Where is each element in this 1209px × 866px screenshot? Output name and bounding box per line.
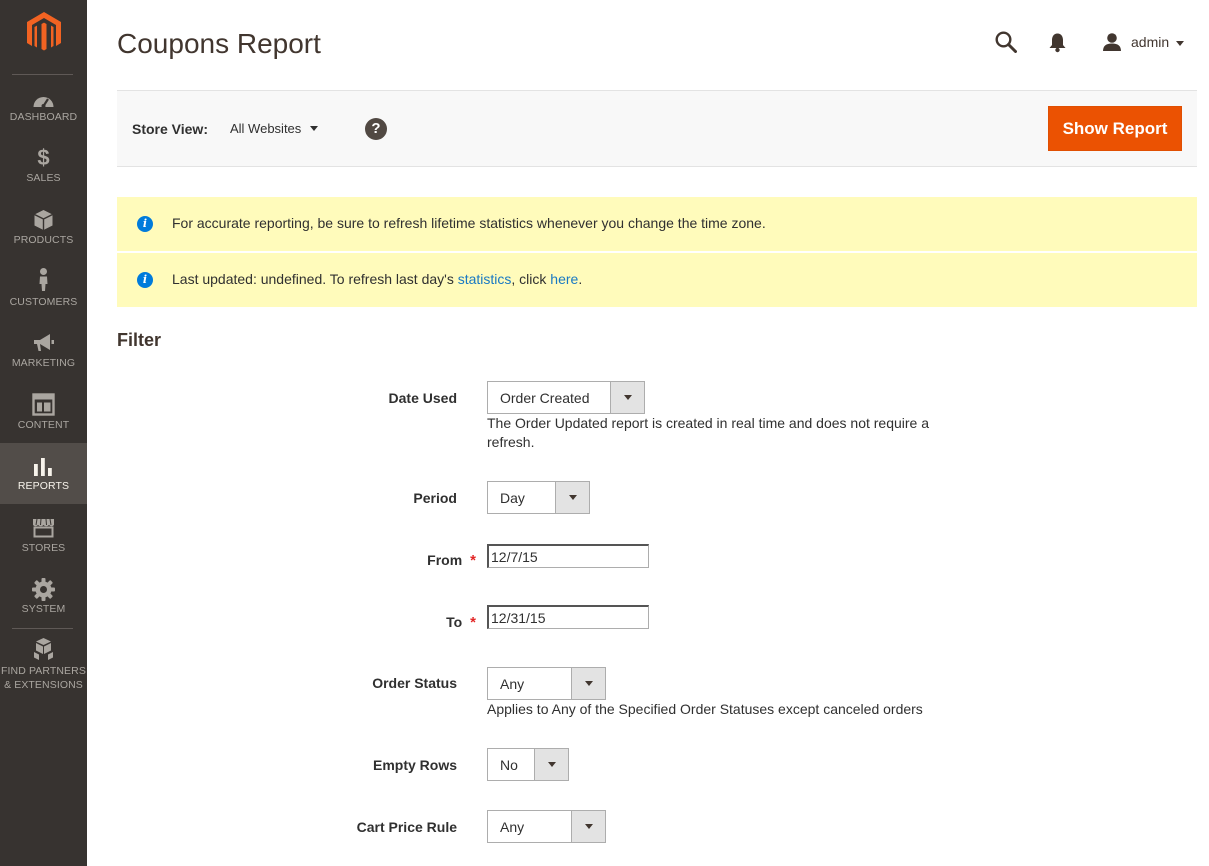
sidebar-item-label: PRODUCTS [13,234,74,246]
info-message: i Last updated: undefined. To refresh la… [117,253,1197,307]
sidebar-item-system[interactable]: SYSTEM [0,574,87,635]
search-icon[interactable] [995,31,1017,53]
date-used-label: Date Used [388,390,457,406]
period-select[interactable]: Day [487,481,590,514]
from-label: From * [360,552,476,569]
cart-price-rule-select[interactable]: Any [487,810,606,843]
statistics-link[interactable]: statistics [458,271,512,287]
date-used-select[interactable]: Order Created [487,381,645,414]
message-text-mid: , click [511,271,551,287]
dollar-icon: $ [37,145,50,170]
sidebar-item-label: CONTENT [17,419,70,431]
bar-chart-icon [34,458,52,476]
to-label: To * [360,614,476,631]
cart-price-rule-value: Any [500,819,525,835]
message-text: For accurate reporting, be sure to refre… [172,215,766,231]
from-label-text: From [427,552,463,568]
period-label: Period [413,490,457,506]
admin-user-menu[interactable]: admin [1102,30,1185,54]
dashboard-icon [33,97,54,108]
boxes-icon [34,638,53,660]
sidebar-item-customers[interactable]: CUSTOMERS [0,266,87,327]
empty-rows-value: No [500,757,518,773]
storefront-icon [33,518,54,538]
sidebar-item-label: REPORTS [17,480,70,492]
person-icon [39,268,48,291]
order-status-value: Any [500,676,525,692]
sidebar-item-label: SALES [26,172,61,184]
sidebar-item-label: DASHBOARD [9,111,78,123]
order-status-select[interactable]: Any [487,667,606,700]
info-icon: i [137,272,153,288]
admin-sidebar: DASHBOARD $ SALES PRODUCTS CUSTOMERS MAR… [0,0,87,866]
from-date-input[interactable] [487,544,649,568]
sidebar-item-dashboard[interactable]: DASHBOARD [0,82,87,143]
bell-icon[interactable] [1048,32,1067,53]
sidebar-divider [12,628,73,629]
sidebar-item-label: STORES [21,542,66,554]
chevron-down-icon [310,126,319,131]
sidebar-item-find-partners[interactable]: FIND PARTNERS & EXTENSIONS [0,636,87,696]
chevron-down-icon [534,749,568,780]
sidebar-item-label: MARKETING [11,357,76,369]
help-icon[interactable]: ? [365,118,387,140]
sidebar-item-label: SYSTEM [21,603,66,615]
order-status-note: Applies to Any of the Specified Order St… [487,701,923,717]
message-text: Last updated: undefined. To refresh last… [172,271,582,287]
required-asterisk: * [470,552,476,569]
sidebar-item-reports[interactable]: REPORTS [0,443,87,504]
empty-rows-label: Empty Rows [372,757,457,773]
order-status-label: Order Status [372,675,457,691]
store-view-switcher[interactable]: All Websites [230,121,319,136]
magento-logo-icon[interactable] [24,10,64,54]
sidebar-item-label: FIND PARTNERS [1,665,86,677]
date-used-note: The Order Updated report is created in r… [487,415,930,450]
to-date-input[interactable] [487,605,649,629]
date-used-value: Order Created [500,390,590,406]
chevron-down-icon [571,668,605,699]
store-view-label: Store View: [132,121,208,137]
chevron-down-icon [610,382,644,413]
megaphone-icon [34,334,54,351]
required-asterisk: * [470,614,476,631]
sidebar-item-label-line2: & EXTENSIONS [4,679,83,691]
period-value: Day [500,490,525,506]
cart-price-rule-label: Cart Price Rule [356,819,457,835]
cube-icon [34,210,53,230]
empty-rows-select[interactable]: No [487,748,569,781]
admin-username: admin [1131,34,1170,50]
sidebar-item-label: CUSTOMERS [9,296,78,308]
show-report-button[interactable]: Show Report [1048,106,1182,151]
message-text-suffix: . [578,271,583,287]
chevron-down-icon [1176,40,1185,46]
gear-icon [32,578,55,601]
chevron-down-icon [571,811,605,842]
filter-section-title: Filter [117,330,162,350]
layout-icon [32,393,55,416]
info-message: i For accurate reporting, be sure to ref… [117,197,1197,251]
sidebar-item-products[interactable]: PRODUCTS [0,205,87,266]
sidebar-divider [12,74,73,75]
page-actions-toolbar: Store View: All Websites ? Show Report [117,90,1197,167]
to-label-text: To [446,614,463,630]
page-title: Coupons Report [117,28,321,59]
message-text-prefix: Last updated: undefined. To refresh last… [172,271,458,287]
chevron-down-icon [555,482,589,513]
sidebar-item-sales[interactable]: $ SALES [0,143,87,204]
user-icon [1103,33,1121,51]
store-view-value: All Websites [230,121,302,136]
info-icon: i [137,216,153,232]
sidebar-item-stores[interactable]: STORES [0,512,87,573]
sidebar-item-content[interactable]: CONTENT [0,389,87,450]
sidebar-item-marketing[interactable]: MARKETING [0,328,87,389]
refresh-here-link[interactable]: here [550,271,578,287]
